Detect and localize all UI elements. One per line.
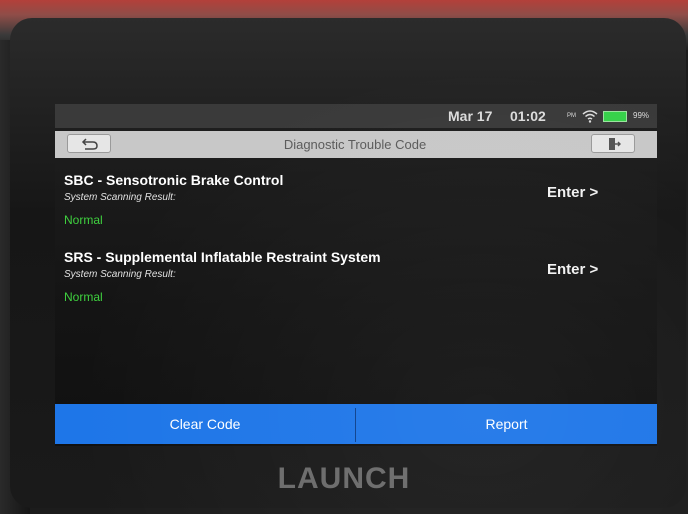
- system-title: SRS - Supplemental Inflatable Restraint …: [64, 249, 381, 265]
- back-button[interactable]: [67, 134, 111, 153]
- system-status: Normal: [64, 213, 103, 227]
- battery-icon: [603, 111, 627, 122]
- system-title: SBC - Sensotronic Brake Control: [64, 172, 284, 188]
- status-time: 01:02: [510, 108, 546, 124]
- page-title: Diagnostic Trouble Code: [283, 137, 427, 152]
- status-bar: Mar 17 01:02 PM 99%: [55, 104, 657, 128]
- device-brand-logo: LAUNCH: [277, 462, 411, 495]
- system-subtitle: System Scanning Result:: [64, 192, 176, 203]
- status-ampm: PM: [567, 113, 576, 119]
- exit-door-icon: [609, 138, 621, 150]
- enter-button-srs[interactable]: Enter >: [547, 261, 598, 278]
- system-row-srs: SRS - Supplemental Inflatable Restraint …: [55, 249, 657, 321]
- status-date: Mar 17: [448, 108, 493, 124]
- device-screen: Mar 17 01:02 PM 99% Diagnostic Trouble C…: [55, 104, 657, 446]
- battery-percentage: 99%: [633, 111, 650, 120]
- title-bar: Diagnostic Trouble Code: [55, 131, 657, 158]
- exit-button[interactable]: [591, 134, 635, 153]
- back-arrow-icon: [81, 138, 98, 150]
- system-subtitle: System Scanning Result:: [64, 269, 176, 280]
- enter-button-sbc[interactable]: Enter >: [547, 184, 598, 201]
- bottom-button-bar: Clear Code Report: [55, 404, 657, 444]
- system-status: Normal: [64, 290, 103, 304]
- system-row-sbc: SBC - Sensotronic Brake Control System S…: [55, 172, 657, 244]
- wifi-icon: [582, 110, 598, 123]
- clear-code-button[interactable]: Clear Code: [55, 404, 355, 444]
- report-button[interactable]: Report: [356, 404, 657, 444]
